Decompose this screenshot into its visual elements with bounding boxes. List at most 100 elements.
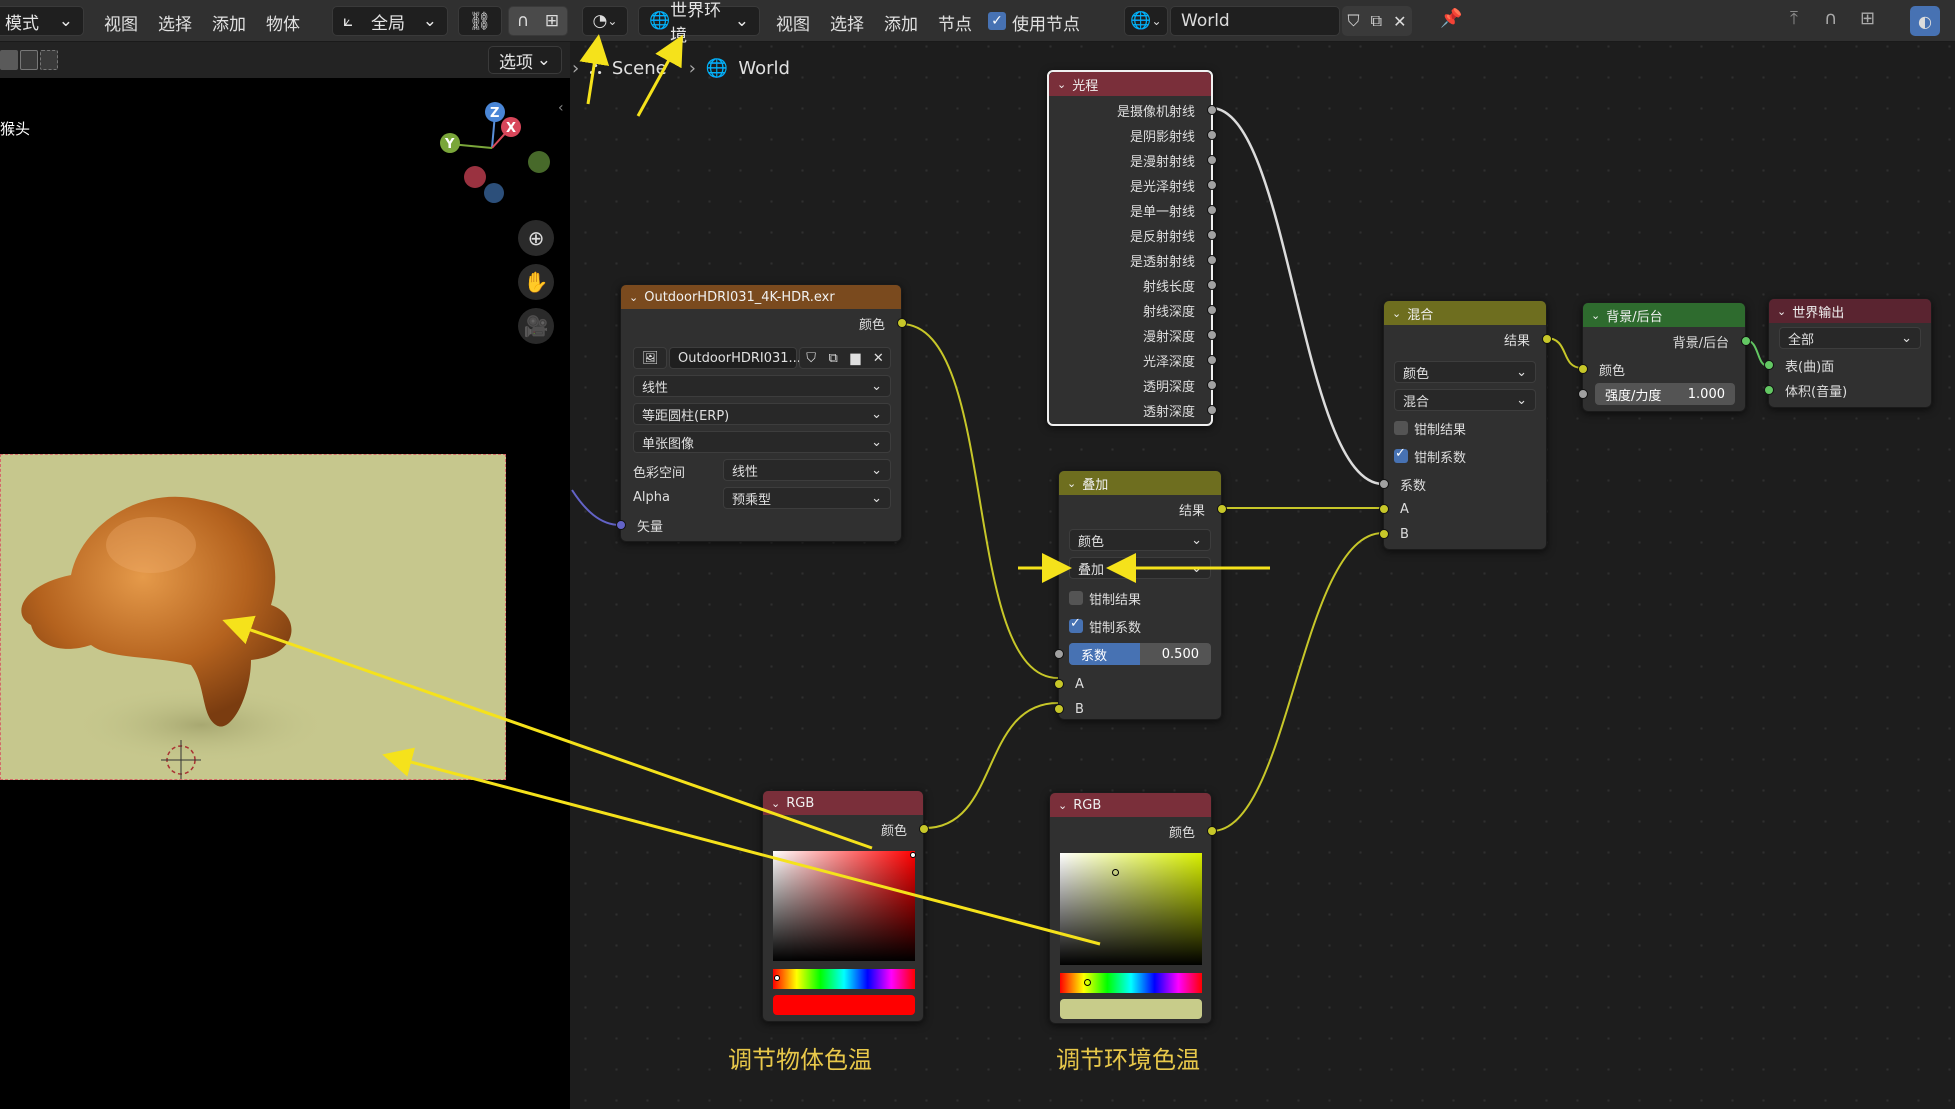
input-surface-socket[interactable] bbox=[1764, 360, 1774, 370]
mix-node-header[interactable]: ⌄ 混合 bbox=[1384, 301, 1546, 325]
fake-user-shield-icon[interactable]: ⛉ bbox=[1348, 11, 1360, 31]
snap-button[interactable]: ∩ ⊞ bbox=[508, 6, 568, 36]
world-name-field[interactable]: World bbox=[1170, 6, 1340, 36]
input-b-socket[interactable] bbox=[1054, 704, 1064, 714]
pivot-point-button[interactable]: ⛓ bbox=[458, 6, 502, 36]
output-result-socket[interactable] bbox=[1217, 504, 1227, 514]
hue-slider[interactable] bbox=[773, 969, 915, 989]
output-socket[interactable] bbox=[1207, 255, 1217, 265]
output-socket[interactable] bbox=[1207, 230, 1217, 240]
pin-icon[interactable]: 📌 bbox=[1440, 8, 1462, 29]
output-color-socket[interactable] bbox=[1207, 826, 1217, 836]
duplicate-icon[interactable]: ⧉ bbox=[829, 351, 838, 366]
alpha-dropdown[interactable]: 预乘型 ⌄ bbox=[723, 487, 891, 509]
blend-mode-dropdown[interactable]: 混合 ⌄ bbox=[1394, 389, 1536, 411]
background-node[interactable]: ⌄ 背景/后台 背景/后台 颜色 强度/力度 1.000 bbox=[1578, 302, 1751, 412]
breadcrumb-world[interactable]: World bbox=[738, 58, 790, 79]
colorspace-dropdown[interactable]: 线性 ⌄ bbox=[723, 459, 891, 481]
input-strength-socket[interactable] bbox=[1578, 389, 1588, 399]
color-picker-cursor[interactable] bbox=[910, 852, 916, 858]
editor-menu-add[interactable]: 添加 bbox=[884, 10, 918, 35]
zoom-button[interactable]: ⊕ bbox=[518, 220, 554, 256]
clamp-factor-checkbox[interactable] bbox=[1394, 446, 1408, 463]
transform-orientation-dropdown[interactable]: ⟀ 全局 ⌄ bbox=[332, 6, 448, 36]
navigation-gizmo[interactable]: Z X Y bbox=[430, 96, 560, 206]
input-volume-socket[interactable] bbox=[1764, 385, 1774, 395]
image-browse-button[interactable]: 🖼 bbox=[633, 347, 667, 369]
color-wheel-square[interactable] bbox=[773, 851, 916, 961]
clamp-factor-checkbox[interactable] bbox=[1069, 616, 1083, 633]
input-b-socket[interactable] bbox=[1379, 529, 1389, 539]
viewport-menu-select[interactable]: 选择 bbox=[158, 10, 192, 35]
hue-slider[interactable] bbox=[1060, 973, 1202, 993]
strength-field[interactable]: 强度/力度 1.000 bbox=[1595, 383, 1735, 405]
world-browse-button[interactable]: 🌐 ⌄ bbox=[1124, 6, 1168, 36]
output-socket[interactable] bbox=[1207, 205, 1217, 215]
clamp-result-checkbox[interactable] bbox=[1069, 591, 1083, 605]
use-nodes-checkbox[interactable]: ✓ bbox=[988, 12, 1006, 30]
world-output-node[interactable]: ⌄ 世界输出 全部 ⌄ 表(曲)面 体积(音量) bbox=[1764, 298, 1932, 408]
output-color-socket[interactable] bbox=[897, 318, 907, 328]
snap-magnet-icon[interactable]: ∩ bbox=[1824, 8, 1837, 29]
color-swatch[interactable] bbox=[773, 995, 915, 1015]
input-a-socket[interactable] bbox=[1054, 679, 1064, 689]
output-socket[interactable] bbox=[1207, 330, 1217, 340]
rgb-node-environment[interactable]: ⌄ RGB 颜色 bbox=[1049, 792, 1217, 1024]
mix-node[interactable]: ⌄ 混合 结果 颜色 ⌄ 混合 ⌄ 钳制结果 钳制系数 系数 A B bbox=[1379, 300, 1552, 550]
world-output-header[interactable]: ⌄ 世界输出 bbox=[1769, 299, 1931, 323]
output-background-socket[interactable] bbox=[1741, 336, 1751, 346]
environment-texture-node[interactable]: ⌄ OutdoorHDRI031_4K-HDR.exr 颜色 🖼 OutdoorH… bbox=[616, 284, 907, 542]
mode-dropdown[interactable]: 模式 ⌄ bbox=[0, 6, 84, 36]
camera-view-button[interactable]: 🎥 bbox=[518, 308, 554, 344]
pan-button[interactable]: ✋ bbox=[518, 264, 554, 300]
select-new-icon[interactable] bbox=[0, 50, 18, 70]
output-socket[interactable] bbox=[1207, 355, 1217, 365]
color-wheel-square[interactable] bbox=[1060, 853, 1202, 965]
source-dropdown[interactable]: 单张图像 ⌄ bbox=[633, 431, 891, 453]
light-path-node[interactable]: ⌄ 光程 是摄像机射线 是阴影射线 是漫射射线 是光泽射线 是单一射线 是反射射线… bbox=[1047, 70, 1217, 426]
hue-slider-cursor[interactable] bbox=[774, 975, 780, 981]
rgb-node-object[interactable]: ⌄ RGB 颜色 bbox=[762, 790, 929, 1022]
select-extend-icon[interactable] bbox=[20, 50, 38, 70]
select-subtract-icon[interactable] bbox=[40, 50, 58, 70]
viewport-menu-add[interactable]: 添加 bbox=[212, 10, 246, 35]
editor-menu-view[interactable]: 视图 bbox=[776, 10, 810, 35]
duplicate-icon[interactable]: ⧉ bbox=[1371, 11, 1382, 31]
color-picker-cursor[interactable] bbox=[1112, 869, 1119, 876]
output-socket[interactable] bbox=[1207, 380, 1217, 390]
output-socket[interactable] bbox=[1207, 180, 1217, 190]
editor-menu-select[interactable]: 选择 bbox=[830, 10, 864, 35]
image-name-field[interactable]: OutdoorHDRI031... bbox=[669, 347, 801, 369]
mix-add-node[interactable]: ⌄ 叠加 结果 颜色 ⌄ 叠加 ⌄ 钳制结果 钳制系数 系数 0.500 A B bbox=[1054, 470, 1227, 720]
snap-element-icon[interactable]: ⊞ bbox=[1860, 8, 1875, 29]
factor-slider[interactable]: 系数 0.500 bbox=[1069, 643, 1211, 665]
projection-dropdown[interactable]: 等距圆柱(ERP) ⌄ bbox=[633, 403, 891, 425]
rgb-node-header[interactable]: ⌄ RGB bbox=[1050, 793, 1211, 817]
blend-mode-dropdown[interactable]: 叠加 ⌄ bbox=[1069, 557, 1211, 579]
shader-type-dropdown[interactable]: 🌐 世界环境 ⌄ bbox=[638, 1, 760, 46]
parent-node-tree-icon[interactable]: ⤒ bbox=[1790, 8, 1798, 29]
select-mode-buttons[interactable] bbox=[0, 50, 64, 72]
input-a-socket[interactable] bbox=[1379, 504, 1389, 514]
editor-menu-node[interactable]: 节点 bbox=[938, 10, 972, 35]
interpolation-dropdown[interactable]: 线性 ⌄ bbox=[633, 375, 891, 397]
environment-texture-header[interactable]: ⌄ OutdoorHDRI031_4K-HDR.exr bbox=[621, 285, 901, 309]
fake-user-shield-icon[interactable]: ⛉ bbox=[806, 351, 816, 366]
rgb-node-header[interactable]: ⌄ RGB bbox=[763, 791, 923, 815]
output-socket[interactable] bbox=[1207, 105, 1217, 115]
clamp-result-checkbox[interactable] bbox=[1394, 421, 1408, 435]
close-icon[interactable]: ✕ bbox=[873, 351, 884, 366]
options-dropdown[interactable]: 选项 ⌄ bbox=[488, 46, 562, 74]
data-type-dropdown[interactable]: 颜色 ⌄ bbox=[1069, 529, 1211, 551]
input-color-socket[interactable] bbox=[1578, 364, 1588, 374]
hue-slider-cursor[interactable] bbox=[1084, 979, 1091, 986]
input-factor-socket[interactable] bbox=[1054, 649, 1064, 659]
output-socket[interactable] bbox=[1207, 280, 1217, 290]
output-result-socket[interactable] bbox=[1542, 334, 1552, 344]
close-icon[interactable]: ✕ bbox=[1393, 12, 1406, 31]
input-factor-socket[interactable] bbox=[1379, 479, 1389, 489]
sidebar-toggle[interactable]: ‹ bbox=[558, 100, 564, 116]
folder-icon[interactable]: ▆ bbox=[850, 351, 860, 366]
breadcrumb-scene[interactable]: Scene bbox=[612, 58, 667, 79]
output-socket[interactable] bbox=[1207, 305, 1217, 315]
